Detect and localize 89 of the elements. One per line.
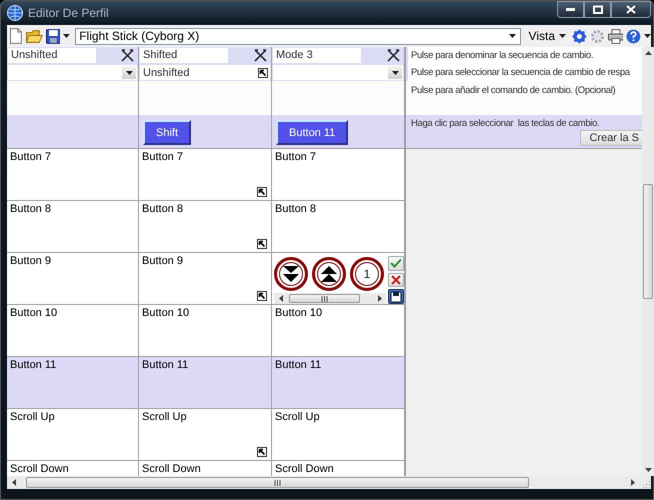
double-up-icon [320,265,338,283]
shortcut-icon[interactable] [257,447,267,457]
table-cell-text: Button 10 [142,307,190,319]
folder-icon[interactable] [26,28,43,44]
table-cell-text: Button 7 [142,151,184,163]
move-up-button[interactable] [312,257,346,291]
hint-text: Haga clic para seleccionar las teclas de cambio. [411,118,600,129]
help-icon[interactable] [626,28,642,44]
table-cell-text: Button 9 [10,255,52,267]
caret-icon [508,34,516,38]
shortcut-icon[interactable] [257,187,267,197]
hint-text: Pulse para denominar la secuencia de cambio. [406,47,642,64]
move-down-button[interactable] [274,257,308,291]
table-cell-text: Button 11 [142,359,190,371]
scroll-left-icon[interactable] [278,295,282,302]
table-cell-text: Button 7 [10,151,52,163]
shortcut-icon[interactable] [257,239,267,249]
close-icon [626,5,636,14]
globe-icon [7,5,23,21]
hint-text: Pulse para seleccionar la secuencia de cambio de respa [406,64,642,81]
delete-icon[interactable] [121,49,134,62]
table-cell-text: Button 11 [275,359,322,371]
scrollbar-thumb[interactable] [26,477,530,488]
table-cell-text: Button 10 [10,307,58,319]
scroll-down-icon[interactable] [644,468,652,472]
cross-icon [391,275,401,285]
table-cell-text: Scroll Down [142,463,202,475]
table-cell-text: Button 8 [275,203,317,215]
scroll-right-icon[interactable] [630,479,634,486]
view-menu[interactable]: Vista [526,29,570,43]
printer-icon[interactable] [608,28,624,44]
caret-icon[interactable] [644,34,652,38]
table-cell-text: Button 9 [142,255,184,267]
scroll-left-icon[interactable] [12,479,16,486]
window-title: Editor De Perfil [28,6,109,20]
caret-icon [559,34,566,38]
hub-icon[interactable] [572,28,587,44]
table-row[interactable]: Button 8 Button 8 Button 8 [7,201,405,253]
shortcut-icon[interactable] [257,291,267,301]
table-row[interactable]: Button 7 Button 7 Button 7 [7,149,405,201]
scroll-up-icon[interactable] [644,51,652,55]
cancel-button[interactable] [388,272,404,288]
grip-icon [320,296,328,302]
caret-icon[interactable] [63,34,70,38]
shift-source-field[interactable]: Unshifted [140,65,270,80]
caret-icon [392,70,398,74]
mode-name-field[interactable]: Shifted [140,48,228,63]
scroll-right-icon[interactable] [378,295,382,302]
table-cell-text: Button 8 [142,203,184,215]
table-cell-text: Button 10 [275,307,324,319]
table-row[interactable]: Button 9 Button 9 1 [7,253,405,305]
table-cell-text: Scroll Down [10,463,70,475]
table-row[interactable]: Button 11 Button 11 Button 11 [7,357,405,409]
caret-icon [126,70,132,74]
table-cell-text: Scroll Up [275,411,321,423]
delete-icon[interactable] [387,49,400,62]
grip-icon [274,480,282,486]
table-cell-text: Button 7 [275,151,317,163]
minimize-icon [566,8,575,11]
confirm-button[interactable] [388,256,404,271]
minimize-button[interactable] [557,1,584,18]
create-button[interactable]: Crear la S [580,130,642,146]
scrollbar-thumb[interactable] [643,184,653,299]
check-icon [390,258,402,268]
shift-key-button[interactable]: Shift [143,120,192,145]
save-icon [390,290,402,303]
table-cell-text: Button 11 [10,359,58,371]
delete-icon[interactable] [254,49,267,62]
table-cell-text: Scroll Up [10,411,56,423]
new-document-icon[interactable] [9,28,23,44]
save-icon[interactable] [46,28,60,44]
resize-grip-icon[interactable] [642,480,651,489]
table-cell-text: Scroll Down [275,463,335,475]
save-button[interactable] [388,289,404,304]
shortcut-icon[interactable] [258,68,268,78]
shift-key-button[interactable]: Button 11 [276,120,348,145]
profile-dropdown[interactable]: Flight Stick (Cyborg X) [75,28,521,44]
mode-name-field[interactable]: Mode 3 [273,48,361,63]
count-button[interactable]: 1 [350,257,384,291]
table-cell-text: Scroll Up [142,411,188,423]
scrollbar-thumb[interactable] [288,294,360,303]
table-row[interactable]: Scroll Up Scroll Up Scroll Up [7,409,405,461]
hint-text: Pulse para añadir el comando de cambio. (Opcional) [406,81,642,115]
table-cell-text: Button 8 [10,203,52,215]
maximize-button[interactable] [584,1,611,18]
mode-name-field[interactable]: Unshifted [8,48,96,63]
maximize-icon [592,5,602,14]
double-down-icon [282,265,300,283]
close-button[interactable] [611,1,651,18]
